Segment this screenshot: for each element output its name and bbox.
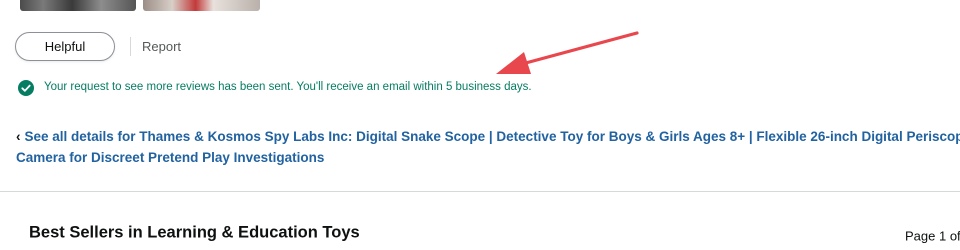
see-all-details-text[interactable]: See all details for Thames & Kosmos Spy … <box>16 129 960 165</box>
success-message: Your request to see more reviews has bee… <box>44 81 532 93</box>
best-sellers-title: Best Sellers in Learning & Education Toy… <box>29 223 360 242</box>
section-divider <box>0 191 960 192</box>
report-link[interactable]: Report <box>142 39 181 54</box>
helpful-button[interactable]: Helpful <box>15 32 115 61</box>
chevron-left-icon: ‹ <box>16 129 21 144</box>
action-divider <box>130 37 131 56</box>
product-page-fragment: Helpful Report Your request to see more … <box>0 0 960 250</box>
annotation-arrow <box>496 31 639 74</box>
see-all-details-link[interactable]: ‹ See all details for Thames & Kosmos Spy… <box>16 126 960 168</box>
check-circle-icon <box>18 80 34 96</box>
review-image-thumbnail[interactable] <box>20 0 136 11</box>
review-image-thumbnail[interactable] <box>143 0 260 11</box>
carousel-page-indicator: Page 1 of <box>905 228 960 244</box>
